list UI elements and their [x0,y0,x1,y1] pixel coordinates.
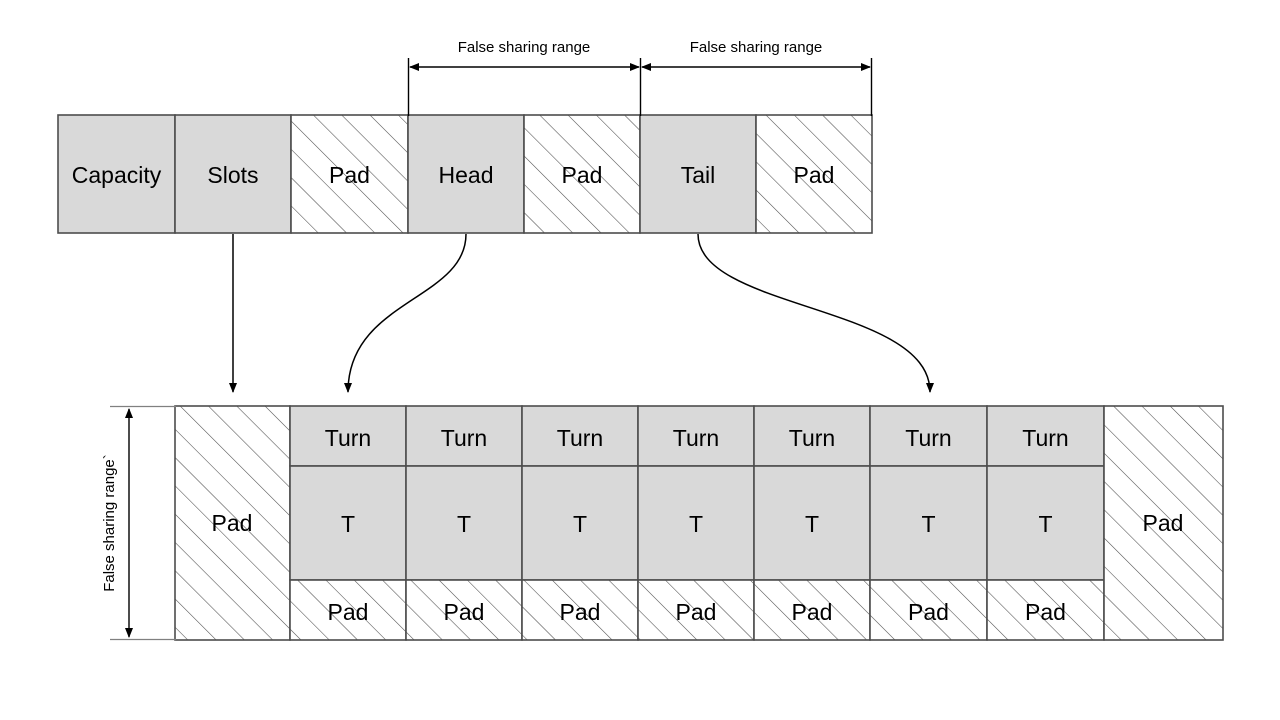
top-cell-capacity: Capacity [57,114,176,234]
bottom-range-label: False sharing range` [101,454,118,592]
bottom-slot-7-turn-label: Turn [1022,425,1068,451]
bottom-slot-5-pad-label: Pad [792,599,833,625]
bottom-slot-7: Turn T Pad [986,405,1105,641]
bottom-slot-5-turn-label: Turn [789,425,835,451]
bottom-slot-4-pad-label: Pad [676,599,717,625]
top-cell-pad-2-label: Pad [562,162,603,188]
bottom-slot-3-value-label: T [573,511,587,537]
top-cell-tail-label: Tail [681,162,716,188]
top-cell-head: Head [407,114,525,234]
bottom-slot-2-turn-label: Turn [441,425,487,451]
top-cell-slots-label: Slots [207,162,258,188]
diagram-canvas: Capacity Slots Pad Head Pad Tail Pad Fal… [0,0,1280,720]
top-cell-head-label: Head [439,162,494,188]
bottom-left-pad-label: Pad [212,510,253,536]
bottom-slot-1-turn-label: Turn [325,425,371,451]
bottom-slot-1-pad-label: Pad [328,599,369,625]
bottom-slot-6: Turn T Pad [869,405,988,641]
top-cell-pad-1: Pad [290,114,409,234]
bottom-right-pad: Pad [1103,405,1224,641]
top-cell-pad-1-label: Pad [329,162,370,188]
top-cell-pad-3: Pad [755,114,873,234]
bottom-slot-3-pad-label: Pad [560,599,601,625]
bottom-right-pad-label: Pad [1143,510,1184,536]
bottom-left-pad: Pad [174,405,291,641]
bottom-slot-5: Turn T Pad [753,405,871,641]
bottom-slot-6-turn-label: Turn [905,425,951,451]
range-label-2: False sharing range [690,39,823,56]
bottom-structure: Pad Turn T Pad Turn T Pad Turn T Pad Tur… [174,405,1224,641]
bottom-slot-2-pad-label: Pad [444,599,485,625]
bottom-slot-4-value-label: T [689,511,703,537]
top-cell-tail: Tail [639,114,757,234]
memory-layout-diagram: Capacity Slots Pad Head Pad Tail Pad Fal… [57,39,1224,641]
bottom-slot-7-pad-label: Pad [1025,599,1066,625]
range-label-1: False sharing range [458,39,591,56]
top-structure: Capacity Slots Pad Head Pad Tail Pad [57,114,873,234]
top-cell-pad-2: Pad [523,114,641,234]
bottom-slot-1: Turn T Pad [289,405,407,641]
bottom-slot-4: Turn T Pad [637,405,755,641]
connectors [229,233,934,393]
bottom-slot-3-turn-label: Turn [557,425,603,451]
top-cell-pad-3-label: Pad [794,162,835,188]
bottom-slot-5-value-label: T [805,511,819,537]
bottom-slot-2: Turn T Pad [405,405,523,641]
connector-tail-to-slot [697,233,934,393]
bottom-slot-2-value-label: T [457,511,471,537]
top-range-annotations: False sharing range False sharing range [407,39,873,116]
bottom-slot-7-value-label: T [1038,511,1052,537]
bottom-slot-6-pad-label: Pad [908,599,949,625]
bottom-slot-4-turn-label: Turn [673,425,719,451]
bottom-slot-6-value-label: T [921,511,935,537]
connector-head-to-slot [344,233,467,393]
bottom-slot-3: Turn T Pad [521,405,639,641]
bottom-range-annotation: False sharing range` [101,405,176,641]
top-cell-capacity-label: Capacity [72,162,162,188]
top-cell-slots: Slots [174,114,292,234]
bottom-slot-1-value-label: T [341,511,355,537]
